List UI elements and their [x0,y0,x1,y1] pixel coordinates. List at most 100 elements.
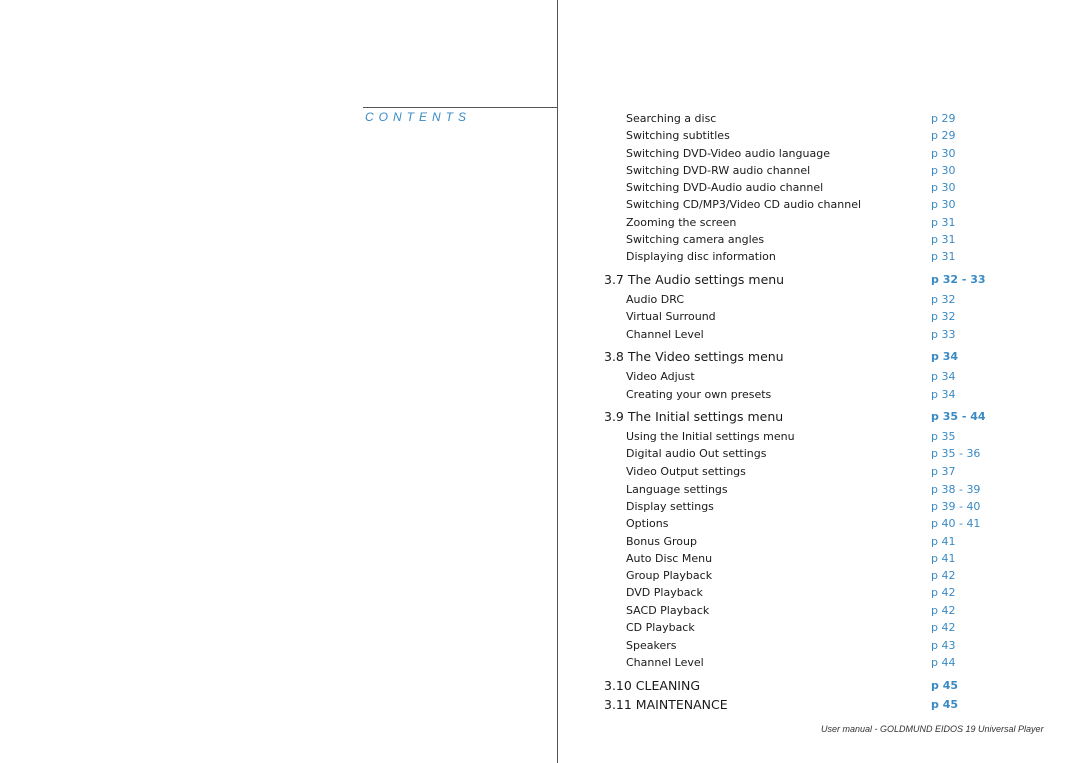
footer-text: User manual - GOLDMUND EIDOS 19 Universa… [821,724,1044,734]
toc-page-number: p 34 [931,388,956,401]
toc-page-number: p 42 [931,569,956,582]
toc-label: CD Playback [626,621,695,634]
toc-page-number: p 30 [931,164,956,177]
toc-entry: Group Playback p 42 [0,569,1080,586]
toc-label: Digital audio Out settings [626,447,767,460]
toc-page-number: p 35 - 44 [931,410,986,423]
toc-entry: Channel Level p 33 [0,328,1080,345]
toc-page-number: p 44 [931,656,956,669]
toc-label: Switching camera angles [626,233,765,246]
toc-entry: CD Playback p 42 [0,621,1080,638]
toc-entry: Options p 40 - 41 [0,517,1080,534]
toc-entry: Video Adjust p 34 [0,370,1080,387]
toc-entry: Switching DVD-RW audio channel p 30 [0,164,1080,181]
toc-page-number: p 30 [931,181,956,194]
toc-entry: Channel Level p 44 [0,656,1080,673]
toc-entry: DVD Playback p 42 [0,586,1080,603]
toc-page-number: p 42 [931,586,956,599]
toc-section: 3.8 The Video settings menu p 34 [0,349,1080,367]
toc-label: Using the Initial settings menu [626,430,795,443]
toc-entry: Video Output settings p 37 [0,465,1080,482]
toc-label: Language settings [626,483,728,496]
toc-entry: Switching CD/MP3/Video CD audio channel p… [0,198,1080,215]
toc-entry: Creating your own presets p 34 [0,388,1080,405]
toc-label: Channel Level [626,656,704,669]
toc-page-number: p 41 [931,535,956,548]
toc-label: SACD Playback [626,604,710,617]
toc-label: 3.10 CLEANING [604,678,701,693]
toc-label: Bonus Group [626,535,697,548]
toc-label: DVD Playback [626,586,703,599]
toc-page-number: p 42 [931,604,956,617]
toc-entry: Language settings p 38 - 39 [0,483,1080,500]
toc-page-number: p 37 [931,465,956,478]
toc-page-number: p 35 - 36 [931,447,981,460]
toc-entry: Switching camera angles p 31 [0,233,1080,250]
toc-label: Switching DVD-RW audio channel [626,164,811,177]
toc-entry: Switching DVD-Video audio language p 30 [0,147,1080,164]
toc-entry: Searching a disc p 29 [0,112,1080,129]
toc-entry: Switching subtitles p 29 [0,129,1080,146]
toc-label: Switching DVD-Audio audio channel [626,181,824,194]
toc-entry: Speakers p 43 [0,639,1080,656]
toc-label: Switching CD/MP3/Video CD audio channel [626,198,862,211]
toc-label: 3.8 The Video settings menu [604,349,784,364]
toc-page-number: p 30 [931,198,956,211]
toc-label: Display settings [626,500,714,513]
toc-page-number: p 32 - 33 [931,273,986,286]
toc-entry: Auto Disc Menu p 41 [0,552,1080,569]
toc-entry: Bonus Group p 41 [0,535,1080,552]
toc-label: Video Output settings [626,465,746,478]
toc-page-number: p 35 [931,430,956,443]
toc-page-number: p 32 [931,293,956,306]
toc-page-number: p 42 [931,621,956,634]
contents-rule [363,107,558,108]
toc-page-number: p 34 [931,350,959,363]
toc-label: Zooming the screen [626,216,737,229]
toc-label: Switching DVD-Video audio language [626,147,830,160]
toc-page-number: p 40 - 41 [931,517,981,530]
toc-page-number: p 32 [931,310,956,323]
toc-entry: Using the Initial settings menu p 35 [0,430,1080,447]
toc-entry: Audio DRC p 32 [0,293,1080,310]
toc-page-number: p 29 [931,112,956,125]
toc-page-number: p 31 [931,233,956,246]
toc-page-number: p 41 [931,552,956,565]
toc-entry: SACD Playback p 42 [0,604,1080,621]
toc-page-number: p 31 [931,250,956,263]
toc-page-number: p 33 [931,328,956,341]
toc-page-number: p 45 [931,698,959,711]
toc-section: 3.9 The Initial settings menu p 35 - 44 [0,409,1080,427]
toc-page-number: p 43 [931,639,956,652]
toc-label: Video Adjust [626,370,695,383]
toc-label: 3.9 The Initial settings menu [604,409,784,424]
toc-page-number: p 30 [931,147,956,160]
toc-label: Options [626,517,669,530]
toc-label: Displaying disc information [626,250,776,263]
toc-entry: Display settings p 39 - 40 [0,500,1080,517]
toc-label: Audio DRC [626,293,685,306]
toc-entry: Zooming the screen p 31 [0,216,1080,233]
toc-page-number: p 39 - 40 [931,500,981,513]
toc-entry: Virtual Surround p 32 [0,310,1080,327]
toc-label: 3.11 MAINTENANCE [604,697,728,712]
toc-section: 3.11 MAINTENANCE p 45 [0,697,1080,715]
toc-entry: Displaying disc information p 31 [0,250,1080,267]
toc-page-number: p 29 [931,129,956,142]
toc-label: Searching a disc [626,112,717,125]
toc-label: Auto Disc Menu [626,552,713,565]
toc-page-number: p 31 [931,216,956,229]
toc-label: Creating your own presets [626,388,772,401]
toc-label: Channel Level [626,328,704,341]
toc-label: Group Playback [626,569,713,582]
toc-page-number: p 38 - 39 [931,483,981,496]
toc-entry: Digital audio Out settings p 35 - 36 [0,447,1080,464]
toc-label: Speakers [626,639,677,652]
toc-label: Virtual Surround [626,310,716,323]
toc-page-number: p 45 [931,679,959,692]
toc-page-number: p 34 [931,370,956,383]
toc-entry: Switching DVD-Audio audio channel p 30 [0,181,1080,198]
toc-label: Switching subtitles [626,129,730,142]
toc-section: 3.10 CLEANING p 45 [0,678,1080,696]
toc-section: 3.7 The Audio settings menu p 32 - 33 [0,272,1080,290]
